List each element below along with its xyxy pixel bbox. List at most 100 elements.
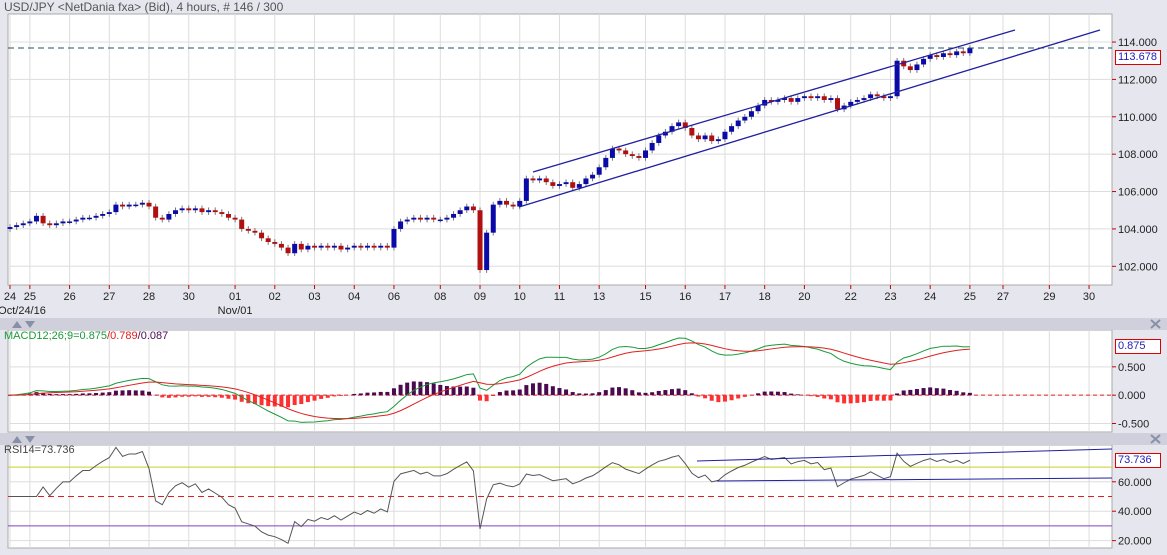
macd-histogram-bar — [617, 387, 622, 396]
macd-histogram-bar — [478, 395, 483, 401]
macd-histogram-bar — [815, 395, 820, 397]
macd-histogram-bar — [471, 387, 476, 396]
rsi-tick-label: 40.000 — [1118, 506, 1152, 518]
x-tick-label: 02 — [269, 291, 281, 303]
macd-histogram-bar — [722, 395, 727, 402]
candle-body — [146, 202, 152, 207]
rsi-legend: RSI14=73.736 — [4, 444, 75, 456]
macd-histogram-bar — [246, 395, 251, 404]
candle-body — [543, 178, 549, 183]
macd-histogram-bar — [405, 382, 410, 396]
macd-histogram-bar — [901, 390, 906, 396]
candle-body — [954, 51, 960, 56]
candle-body — [47, 223, 53, 226]
candle-body — [702, 135, 708, 140]
candle-body — [120, 204, 126, 207]
macd-histogram-bar — [868, 395, 873, 401]
candle-body — [940, 53, 946, 57]
macd-histogram-bar — [186, 395, 191, 397]
x-tick-label: 04 — [348, 291, 360, 303]
macd-histogram-bar — [729, 395, 734, 401]
macd-legend: MACD12;26;9=0.875/0.789/0.087 — [4, 330, 169, 342]
macd-histogram-bar — [305, 395, 310, 403]
macd-histogram-bar — [789, 393, 794, 396]
candle-body — [27, 221, 33, 224]
candle-body — [259, 232, 265, 239]
candle-body — [80, 217, 86, 220]
macd-label: MACD12;26;9= — [4, 330, 80, 342]
panel-separator — [0, 318, 1167, 330]
candle-body — [537, 178, 543, 181]
macd-histogram-bar — [411, 381, 416, 396]
candle-body — [556, 184, 562, 186]
candle-body — [133, 204, 139, 207]
x-tick-label: 25 — [24, 291, 36, 303]
candle-body — [649, 142, 655, 151]
macd-histogram-bar — [80, 393, 85, 396]
macd-histogram-bar — [484, 395, 489, 402]
candle-body — [378, 245, 384, 248]
candle-body — [384, 245, 390, 248]
macd-histogram-bar — [650, 392, 655, 396]
candle-body — [252, 230, 258, 233]
macd-histogram-bar — [398, 384, 403, 396]
macd-histogram-bar — [67, 394, 72, 396]
candle-body — [186, 208, 192, 211]
candle-body — [735, 120, 741, 127]
candle-body — [464, 206, 470, 211]
candle-body — [643, 150, 649, 158]
rsi-tick-label: 60.000 — [1118, 477, 1152, 489]
candle-body — [93, 215, 99, 218]
candle-body — [616, 148, 622, 151]
macd-histogram-bar — [570, 392, 575, 396]
macd-histogram-bar — [888, 395, 893, 401]
macd-histogram-bar — [683, 390, 688, 396]
candle-body — [861, 98, 867, 100]
candle-body — [219, 212, 225, 214]
macd-histogram-bar — [762, 391, 767, 396]
candle-body — [232, 217, 238, 220]
macd-histogram-bar — [385, 391, 390, 396]
candle-body — [33, 215, 39, 222]
candle-body — [947, 53, 953, 56]
candle-body — [477, 210, 483, 271]
candle-body — [451, 213, 457, 218]
macd-histogram-bar — [603, 390, 608, 396]
macd-histogram-bar — [756, 393, 761, 396]
macd-histogram-bar — [597, 392, 602, 396]
candle-body — [404, 219, 410, 222]
macd-histogram-bar — [709, 395, 714, 401]
macd-histogram-bar — [670, 389, 674, 396]
macd-histogram-bar — [861, 395, 866, 403]
macd-histogram-bar — [372, 392, 377, 396]
x-tick-label: 03 — [308, 291, 320, 303]
chart-window: USD/JPY <NetDania fxa> (Bid), 4 hours, #… — [0, 0, 1167, 555]
x-tick-label: 27 — [997, 291, 1009, 303]
macd-histogram-bar — [577, 393, 582, 396]
candle-body — [424, 217, 430, 220]
macd-histogram-bar — [292, 395, 297, 406]
macd-histogram-bar — [934, 388, 939, 396]
candle-body — [570, 182, 576, 188]
candle-body — [960, 51, 966, 54]
candle-body — [60, 221, 66, 224]
x-tick-label: 20 — [798, 291, 810, 303]
chart-canvas[interactable]: 102.000104.000106.000108.000110.000112.0… — [0, 0, 1167, 555]
candle-body — [53, 223, 59, 226]
signal-value: 0.789 — [110, 330, 138, 342]
macd-histogram-bar — [656, 390, 661, 396]
macd-histogram-bar — [583, 393, 588, 396]
macd-histogram-bar — [941, 388, 946, 396]
candle-body — [40, 215, 46, 224]
macd-histogram-bar — [391, 388, 396, 396]
macd-histogram-bar — [358, 393, 363, 396]
candle — [484, 229, 490, 273]
macd-histogram-bar — [120, 390, 125, 396]
candle-body — [563, 182, 569, 185]
candle-body — [212, 210, 218, 213]
macd-histogram-bar — [881, 395, 886, 401]
candle-body — [159, 217, 165, 220]
macd-histogram-bar — [842, 395, 847, 404]
macd-histogram-bar — [491, 395, 496, 396]
macd-histogram-bar — [94, 392, 99, 396]
